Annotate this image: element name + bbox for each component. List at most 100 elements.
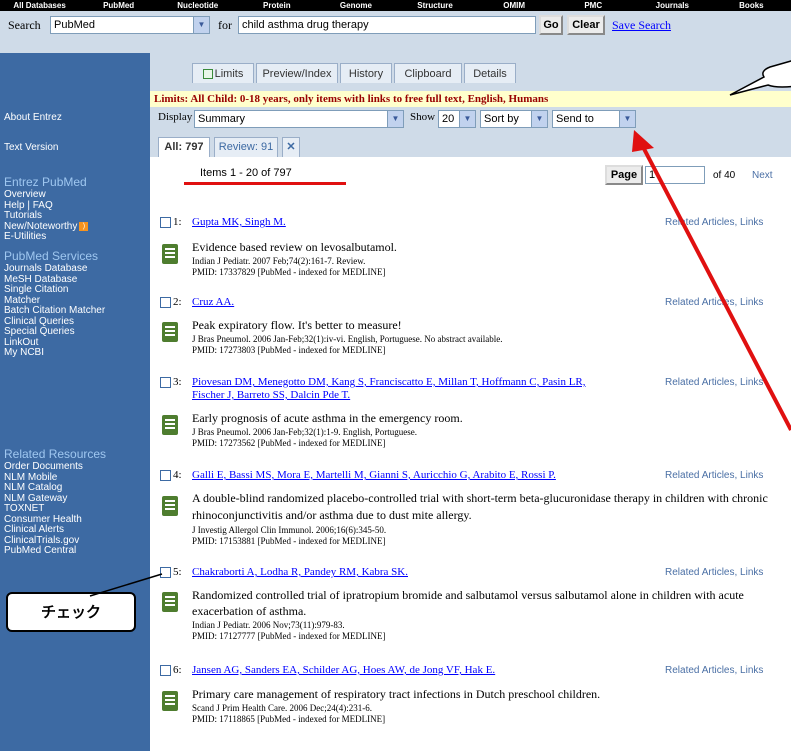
related-articles-link[interactable]: Related Articles, Links — [665, 297, 763, 308]
show-select-value: 20 — [442, 113, 455, 125]
record-title: Randomized controlled trial of ipratropi… — [192, 588, 744, 618]
record-number: 2: — [173, 296, 182, 308]
document-icon[interactable] — [162, 592, 178, 612]
record-pmid: PMID: 17118865 [PubMed - indexed for MED… — [192, 714, 386, 724]
sidebar-item-batch-citation[interactable]: Batch Citation Matcher — [4, 305, 105, 317]
tab-clipboard[interactable]: Clipboard — [394, 63, 462, 83]
record-citation: Scand J Prim Health Care. 2006 Dec;24(4)… — [192, 703, 372, 713]
document-icon[interactable] — [162, 496, 178, 516]
sidebar-item-nlm-catalog[interactable]: NLM Catalog — [4, 482, 83, 494]
tab-all[interactable]: All: 797 — [158, 137, 210, 157]
db-link-omim[interactable]: OMIM — [475, 0, 554, 11]
record-number: 4: — [173, 469, 182, 481]
record-checkbox[interactable] — [160, 377, 171, 388]
database-select-value: PubMed — [54, 19, 95, 31]
search-bar: Search PubMed ▼ for child asthma drug th… — [0, 11, 791, 53]
sidebar-item-my-ncbi[interactable]: My NCBI — [4, 347, 105, 359]
record-authors-link-cont[interactable]: Fischer J, Barreto SS, Dalcin Pde T. — [192, 389, 350, 401]
record-checkbox[interactable] — [160, 297, 171, 308]
page-input[interactable]: 1 — [645, 166, 705, 184]
sidebar-item-clinical-alerts[interactable]: Clinical Alerts — [4, 524, 83, 536]
sidebar: About Entrez Text Version Entrez PubMed … — [0, 53, 150, 751]
record-authors-link[interactable]: Jansen AG, Sanders EA, Schilder AG, Hoes… — [192, 664, 495, 676]
db-link-books[interactable]: Books — [712, 0, 791, 11]
sidebar-heading-resources: Related Resources — [4, 447, 107, 461]
record-authors-link[interactable]: Galli E, Bassi MS, Mora E, Martelli M, G… — [192, 469, 556, 481]
sort-select[interactable]: Sort by ▼ — [480, 110, 548, 128]
record-authors-link[interactable]: Cruz AA. — [192, 296, 234, 308]
sidebar-item-pubmed-central[interactable]: PubMed Central — [4, 545, 83, 557]
related-articles-link[interactable]: Related Articles, Links — [665, 470, 763, 481]
db-link-protein[interactable]: Protein — [237, 0, 316, 11]
chevron-down-icon: ▼ — [619, 111, 635, 127]
sidebar-item-toxnet[interactable]: TOXNET — [4, 503, 83, 515]
document-icon[interactable] — [162, 415, 178, 435]
sidebar-item-about[interactable]: About Entrez — [4, 112, 62, 123]
sidebar-list-entrez: Overview Help | FAQ Tutorials New/Notewo… — [4, 189, 89, 243]
sidebar-item-special-queries[interactable]: Special Queries — [4, 326, 105, 338]
db-link-journals[interactable]: Journals — [633, 0, 712, 11]
search-input[interactable]: child asthma drug therapy — [238, 16, 536, 34]
record-authors-link[interactable]: Piovesan DM, Menegotto DM, Kang S, Franc… — [192, 376, 586, 388]
db-link-structure[interactable]: Structure — [395, 0, 474, 11]
related-articles-link[interactable]: Related Articles, Links — [665, 567, 763, 578]
related-articles-link[interactable]: Related Articles, Links — [665, 377, 763, 388]
sidebar-item-overview[interactable]: Overview — [4, 189, 88, 201]
tab-details[interactable]: Details — [464, 63, 516, 83]
record-checkbox[interactable] — [160, 217, 171, 228]
record-checkbox[interactable] — [160, 470, 171, 481]
record-checkbox[interactable] — [160, 665, 171, 676]
clear-button[interactable]: Clear — [567, 15, 605, 35]
close-tab-icon[interactable]: ✕ — [282, 137, 300, 157]
record-pmid: PMID: 17273803 [PubMed - indexed for MED… — [192, 345, 386, 355]
display-select[interactable]: Summary ▼ — [194, 110, 404, 128]
db-link-all[interactable]: All Databases — [0, 0, 79, 11]
annotation-underline — [184, 182, 346, 185]
db-link-pmc[interactable]: PMC — [554, 0, 633, 11]
sidebar-item-e-utilities[interactable]: E-Utilities — [4, 232, 88, 243]
items-count: Items 1 - 20 of 797 — [200, 167, 292, 179]
record-number: 1: — [173, 216, 182, 228]
tab-preview-index[interactable]: Preview/Index — [256, 63, 338, 83]
record-number: 6: — [173, 664, 182, 676]
save-search-link[interactable]: Save Search — [612, 18, 671, 33]
sidebar-item-single-citation[interactable]: Single Citation — [4, 284, 105, 296]
display-select-value: Summary — [198, 113, 246, 125]
db-link-pubmed[interactable]: PubMed — [79, 0, 158, 11]
db-link-genome[interactable]: Genome — [316, 0, 395, 11]
chevron-down-icon: ▼ — [193, 17, 209, 33]
related-articles-link[interactable]: Related Articles, Links — [665, 665, 763, 676]
record-authors-link[interactable]: Chakraborti A, Lodha R, Pandey RM, Kabra… — [192, 566, 408, 578]
tab-review[interactable]: Review: 91 — [214, 137, 278, 157]
display-bar: Display Summary ▼ Show 20 ▼ Sort by ▼ Se… — [150, 107, 791, 131]
callout-bubble-icon — [729, 60, 791, 96]
go-button[interactable]: Go — [539, 15, 563, 35]
chevron-down-icon: ▼ — [387, 111, 403, 127]
sidebar-item-journals-db[interactable]: Journals Database — [4, 263, 105, 275]
tab-limits[interactable]: Limits — [192, 63, 254, 83]
record-checkbox[interactable] — [160, 567, 171, 578]
sort-select-value: Sort by — [484, 113, 519, 125]
show-select[interactable]: 20 ▼ — [438, 110, 476, 128]
next-page-link[interactable]: Next — [752, 170, 773, 181]
send-to-select[interactable]: Send to ▼ — [552, 110, 636, 128]
database-select[interactable]: PubMed ▼ — [50, 16, 210, 34]
page-button[interactable]: Page — [605, 165, 643, 185]
sidebar-heading-entrez: Entrez PubMed — [4, 175, 87, 189]
tab-history[interactable]: History — [340, 63, 392, 83]
related-articles-link[interactable]: Related Articles, Links — [665, 217, 763, 228]
sidebar-item-text-version[interactable]: Text Version — [4, 142, 58, 153]
page-count: of 40 — [713, 170, 736, 181]
document-icon[interactable] — [162, 322, 178, 342]
document-icon[interactable] — [162, 244, 178, 264]
record-title: Peak expiratory flow. It's better to mea… — [192, 318, 402, 332]
rss-icon[interactable]: ) — [79, 221, 89, 231]
record-authors-link[interactable]: Gupta MK, Singh M. — [192, 216, 286, 228]
sidebar-item-new-noteworthy-label: New/Noteworthy — [4, 220, 78, 232]
db-link-nucleotide[interactable]: Nucleotide — [158, 0, 237, 11]
record-title: Primary care management of respiratory t… — [192, 687, 601, 701]
sidebar-item-order-docs[interactable]: Order Documents — [4, 461, 83, 473]
document-icon[interactable] — [162, 691, 178, 711]
record-title: A double-blind randomized placebo-contro… — [192, 491, 768, 522]
sidebar-list-services: Journals Database MeSH Database Single C… — [4, 263, 105, 359]
